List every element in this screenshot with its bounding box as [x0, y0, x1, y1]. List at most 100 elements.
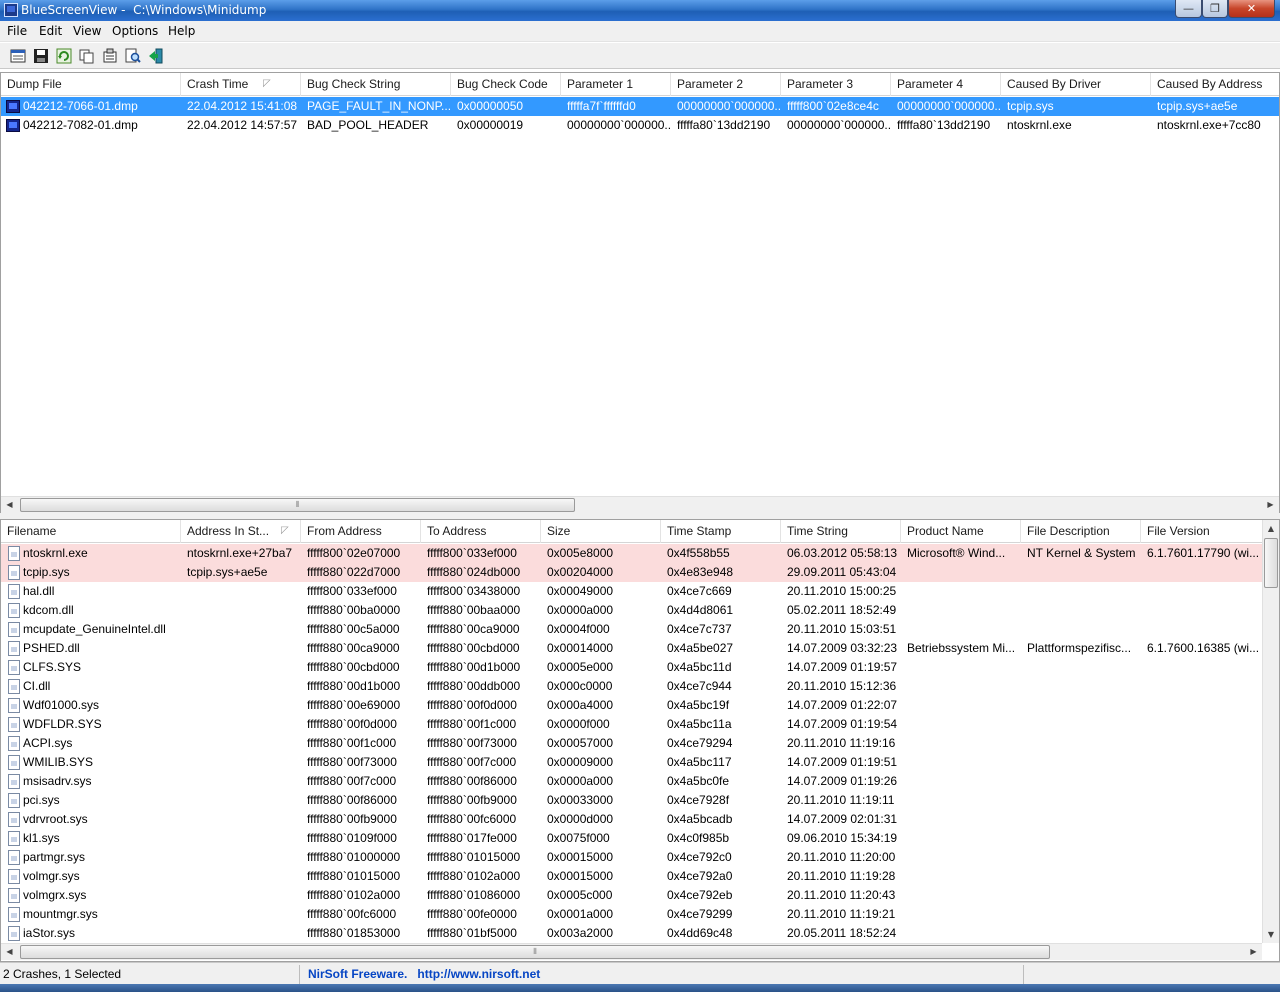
driver-cell-9 — [1141, 867, 1263, 886]
col-from-address[interactable]: From Address — [301, 520, 421, 543]
vendor-link[interactable]: NirSoft Freeware. — [308, 967, 407, 981]
driver-cell-7 — [901, 772, 1021, 791]
scroll-up-arrow[interactable]: ▲ — [1263, 520, 1279, 537]
driver-row[interactable]: CLFS.SYS fffff880`00cbd000 fffff880`00d1b0… — [1, 658, 1262, 677]
dump-row[interactable]: 042212-7082-01.dmp 22.04.2012 14:57:57 BAD… — [1, 116, 1279, 135]
dump-list-hscroll-thumb[interactable]: ⦀ — [20, 498, 575, 512]
driver-row[interactable]: partmgr.sys fffff880`01000000 fffff880`010… — [1, 848, 1262, 867]
driver-cell-0: Wdf01000.sys — [23, 698, 100, 712]
col-address-in-stack[interactable]: Address In St... ◸ — [181, 520, 301, 543]
scroll-right-arrow[interactable]: ▶ — [1245, 944, 1262, 960]
driver-cell-1 — [181, 772, 301, 791]
exit-icon[interactable] — [147, 47, 165, 65]
driver-cell-6: 20.11.2010 11:19:21 — [787, 907, 896, 921]
dump-list-hscrollbar[interactable]: ◀ ⦀ ▶ — [1, 496, 1279, 513]
driver-list-hscroll-thumb[interactable]: ⦀ — [20, 945, 1050, 959]
driver-row[interactable]: msisadrv.sys fffff880`00f7c000 fffff880`00… — [1, 772, 1262, 791]
driver-row[interactable]: kl1.sys fffff880`0109f000 fffff880`017fe00… — [1, 829, 1262, 848]
driver-row[interactable]: WDFLDR.SYS fffff880`00f0d000 fffff880`00f1… — [1, 715, 1262, 734]
driver-cell-5: 0x4a5bc117 — [667, 755, 732, 769]
driver-list-header: Filename Address In St... ◸ From Address … — [1, 520, 1263, 543]
col-bug-check-string[interactable]: Bug Check String — [301, 73, 451, 96]
col-crash-time[interactable]: Crash Time ◸ — [181, 73, 301, 96]
copy-icon[interactable] — [78, 47, 96, 65]
driver-row[interactable]: PSHED.dll fffff880`00ca9000 fffff880`00cbd… — [1, 639, 1262, 658]
driver-cell-9 — [1141, 905, 1263, 924]
col-caused-by-address[interactable]: Caused By Address — [1151, 73, 1279, 96]
find-icon[interactable] — [124, 47, 142, 65]
col-caused-by-driver[interactable]: Caused By Driver — [1001, 73, 1151, 96]
driver-row[interactable]: Wdf01000.sys fffff880`00e69000 fffff880`00… — [1, 696, 1262, 715]
driver-row[interactable]: vdrvroot.sys fffff880`00fb9000 fffff880`00… — [1, 810, 1262, 829]
driver-row[interactable]: WMILIB.SYS fffff880`00f73000 fffff880`00f7… — [1, 753, 1262, 772]
dump-row[interactable]: 042212-7066-01.dmp 22.04.2012 15:41:08 PAG… — [1, 97, 1279, 116]
dump-list[interactable]: Dump File Crash Time ◸ Bug Check String B… — [0, 72, 1280, 514]
driver-cell-8 — [1021, 753, 1141, 772]
driver-cell-5: 0x4ce792c0 — [667, 850, 732, 864]
col-filename[interactable]: Filename — [1, 520, 181, 543]
col-to-address[interactable]: To Address — [421, 520, 541, 543]
scroll-left-arrow[interactable]: ◀ — [1, 944, 18, 960]
col-product-name[interactable]: Product Name — [901, 520, 1021, 543]
driver-list-hscrollbar[interactable]: ◀ ⦀ ▶ — [1, 943, 1262, 960]
driver-row[interactable]: ACPI.sys fffff880`00f1c000 fffff880`00f730… — [1, 734, 1262, 753]
driver-cell-2: fffff880`00fc6000 — [307, 907, 397, 921]
driver-row[interactable]: pci.sys fffff880`00f86000 fffff880`00fb900… — [1, 791, 1262, 810]
menu-view[interactable]: View — [73, 24, 101, 38]
close-button[interactable]: ✕ — [1228, 0, 1275, 18]
col-file-version[interactable]: File Version — [1141, 520, 1263, 543]
driver-cell-8 — [1021, 772, 1141, 791]
scroll-right-arrow[interactable]: ▶ — [1262, 497, 1279, 513]
scroll-left-arrow[interactable]: ◀ — [1, 497, 18, 513]
dump-cell-9: ntoskrnl.exe+7cc80 — [1157, 118, 1261, 132]
driver-cell-1 — [181, 658, 301, 677]
col-size[interactable]: Size — [541, 520, 661, 543]
refresh-icon[interactable] — [55, 47, 73, 65]
driver-row[interactable]: kdcom.dll fffff880`00ba0000 fffff880`00baa… — [1, 601, 1262, 620]
col-dump-file[interactable]: Dump File — [1, 73, 181, 96]
driver-row[interactable]: mountmgr.sys fffff880`00fc6000 fffff880`00… — [1, 905, 1262, 924]
scroll-down-arrow[interactable]: ▼ — [1263, 926, 1279, 943]
driver-row[interactable]: tcpip.sys tcpip.sys+ae5e fffff880`022d7000… — [1, 563, 1262, 582]
menu-edit[interactable]: Edit — [39, 24, 62, 38]
dump-cell-1: 22.04.2012 14:57:57 — [187, 118, 298, 132]
driver-cell-6: 20.11.2010 15:03:51 — [787, 622, 897, 636]
driver-row[interactable]: hal.dll fffff800`033ef000 fffff800`0343800… — [1, 582, 1262, 601]
driver-cell-2: fffff880`00f0d000 — [307, 717, 397, 731]
driver-cell-0: mcupdate_GenuineIntel.dll — [23, 622, 166, 636]
driver-cell-1 — [181, 677, 301, 696]
driver-row[interactable]: volmgrx.sys fffff880`0102a000 fffff880`010… — [1, 886, 1262, 905]
driver-cell-3: fffff880`00ddb000 — [427, 679, 521, 693]
driver-list-vscroll-thumb[interactable] — [1264, 538, 1278, 588]
menu-file[interactable]: File — [7, 24, 27, 38]
website-link[interactable]: http://www.nirsoft.net — [417, 967, 540, 981]
driver-cell-2: fffff880`00e69000 — [307, 698, 401, 712]
properties-icon[interactable] — [9, 47, 27, 65]
col-file-description[interactable]: File Description — [1021, 520, 1141, 543]
col-parameter-1[interactable]: Parameter 1 — [561, 73, 671, 96]
driver-row[interactable]: ntoskrnl.exe ntoskrnl.exe+27ba7 fffff800`0… — [1, 544, 1262, 563]
driver-row[interactable]: volmgr.sys fffff880`01015000 fffff880`0102… — [1, 867, 1262, 886]
driver-cell-3: fffff880`0102a000 — [427, 869, 521, 883]
driver-cell-7 — [901, 829, 1021, 848]
col-time-string[interactable]: Time String — [781, 520, 901, 543]
save-icon[interactable] — [32, 47, 50, 65]
col-parameter-4[interactable]: Parameter 4 — [891, 73, 1001, 96]
driver-row[interactable]: mcupdate_GenuineIntel.dll fffff880`00c5a0… — [1, 620, 1262, 639]
driver-list[interactable]: Filename Address In St... ◸ From Address … — [0, 519, 1280, 962]
col-time-stamp[interactable]: Time Stamp — [661, 520, 781, 543]
advanced-options-icon[interactable] — [101, 47, 119, 65]
minimize-button[interactable]: — — [1175, 0, 1202, 18]
driver-cell-2: fffff800`02e07000 — [307, 546, 401, 560]
driver-row[interactable]: CI.dll fffff880`00d1b000 fffff880`00ddb000… — [1, 677, 1262, 696]
menu-help[interactable]: Help — [168, 24, 195, 38]
driver-row[interactable]: iaStor.sys fffff880`01853000 fffff880`01bf… — [1, 924, 1262, 943]
driver-list-vscrollbar[interactable]: ▲ ▼ — [1262, 520, 1279, 943]
maximize-button[interactable]: ❐ — [1202, 0, 1228, 18]
driver-cell-0: hal.dll — [23, 584, 55, 598]
col-parameter-2[interactable]: Parameter 2 — [671, 73, 781, 96]
col-parameter-3[interactable]: Parameter 3 — [781, 73, 891, 96]
col-bug-check-code[interactable]: Bug Check Code — [451, 73, 561, 96]
driver-cell-0: vdrvroot.sys — [23, 812, 88, 826]
menu-options[interactable]: Options — [112, 24, 158, 38]
